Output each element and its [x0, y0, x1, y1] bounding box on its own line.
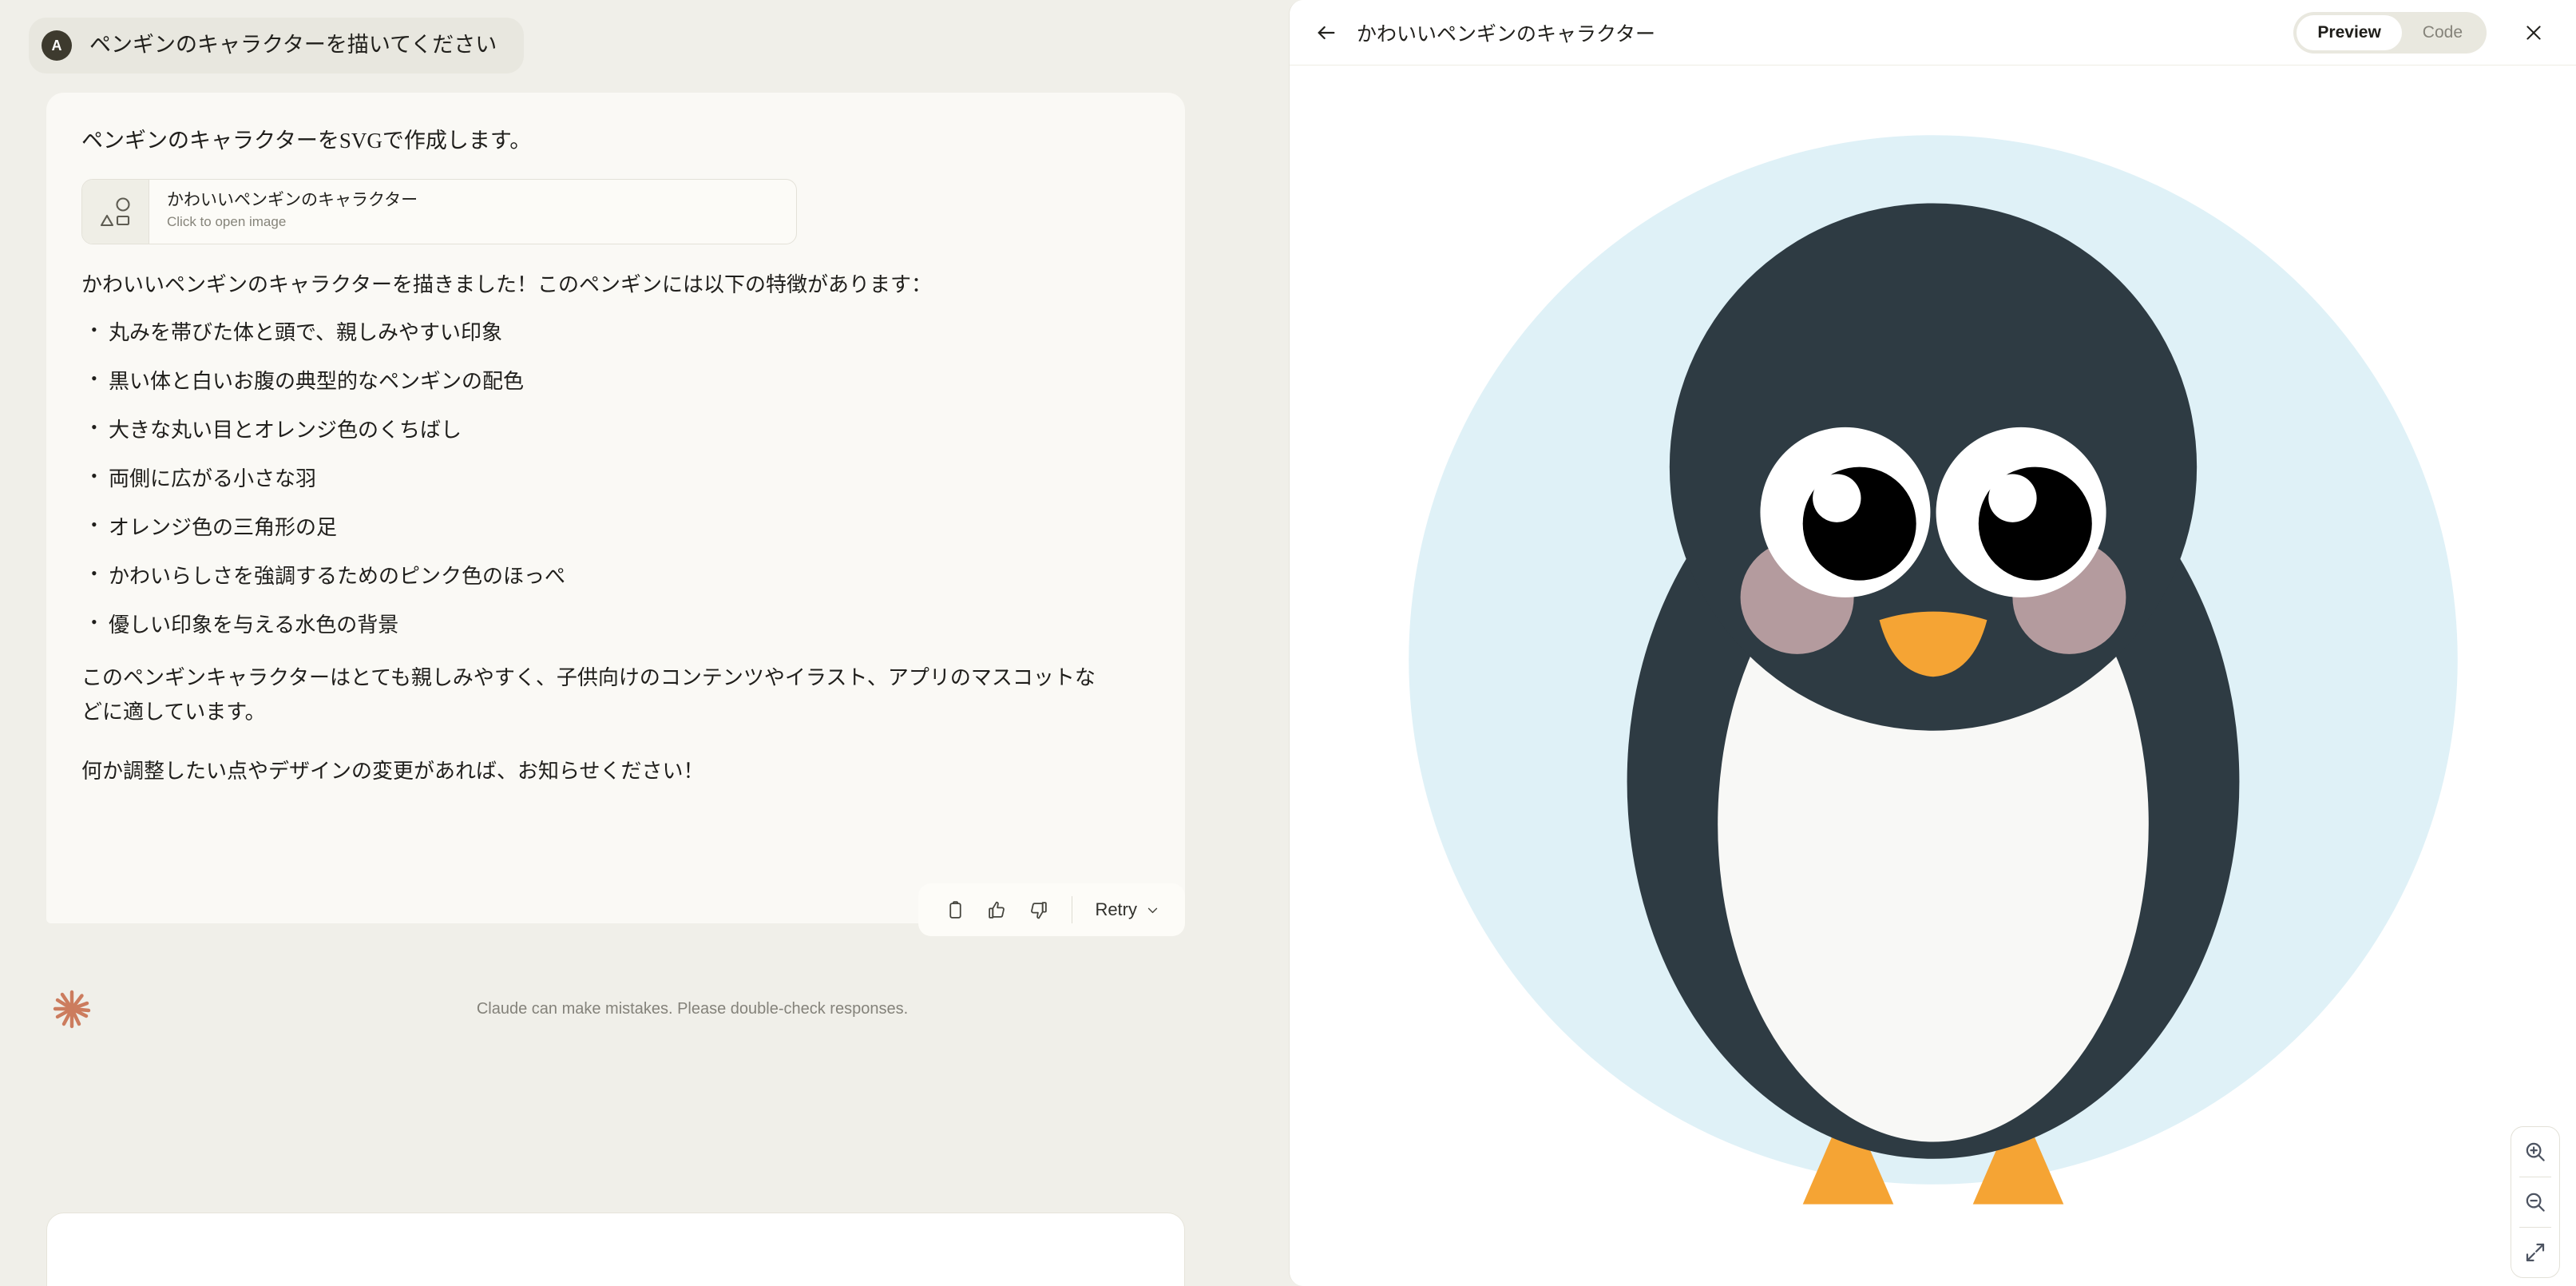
shapes-icon: [82, 179, 149, 244]
chevron-down-icon: [1147, 907, 1158, 913]
assistant-message-card: ペンギンのキャラクターをSVGで作成します。 かわいいペンギンのキャラクター C…: [46, 93, 1185, 936]
artifact-preview-body: [1290, 65, 2576, 1286]
artifact-header: かわいいペンギンのキャラクター Preview Code: [1290, 0, 2576, 65]
list-item: 丸みを帯びた体と頭で、親しみやすい印象: [81, 316, 1150, 348]
artifact-pane: かわいいペンギンのキャラクター Preview Code: [1289, 0, 2576, 1286]
arrow-left-icon[interactable]: [1310, 17, 1342, 49]
copy-button[interactable]: [936, 891, 974, 929]
list-item: オレンジ色の三角形の足: [81, 511, 1150, 543]
retry-button[interactable]: Retry: [1087, 891, 1167, 928]
list-item: 大きな丸い目とオレンジ色のくちばし: [81, 414, 1150, 446]
assistant-lead-text: ペンギンのキャラクターをSVGで作成します。: [81, 129, 532, 153]
message-composer[interactable]: [46, 1213, 1185, 1286]
thumbs-up-button[interactable]: [977, 891, 1016, 929]
artifact-chip-body: かわいいペンギンのキャラクター Click to open image: [149, 180, 418, 244]
chat-pane: A ペンギンのキャラクターを描いてください ペンギンのキャラクターをSVGで作成…: [0, 0, 1289, 1286]
feature-list: 丸みを帯びた体と頭で、親しみやすい印象 黒い体と白いお腹の典型的なペンギンの配色…: [81, 316, 1150, 641]
preview-code-toggle: Preview Code: [2293, 11, 2487, 54]
artifact-title: かわいいペンギンのキャラクター: [1357, 23, 1656, 46]
zoom-in-icon[interactable]: [2511, 1127, 2559, 1177]
assistant-closing-paragraph-1: このペンギンキャラクターはとても親しみやすく、子供向けのコンテンツやイラスト、ア…: [81, 666, 1096, 724]
message-action-bar: Retry: [918, 883, 1185, 936]
zoom-controls: [2511, 1126, 2560, 1278]
close-icon[interactable]: [2515, 14, 2552, 51]
retry-label: Retry: [1095, 899, 1137, 919]
user-message-bubble: A ペンギンのキャラクターを描いてください: [29, 18, 525, 73]
assistant-closing-paragraph-2: 何か調整したい点やデザインの変更があれば、お知らせください！: [81, 759, 704, 783]
expand-icon[interactable]: [2511, 1228, 2559, 1277]
thumbs-down-button[interactable]: [1019, 891, 1057, 929]
artifact-chip[interactable]: かわいいペンギンのキャラクター Click to open image: [81, 178, 797, 244]
list-item: 両側に広がる小さな羽: [81, 462, 1150, 494]
list-item: かわいらしさを強調するためのピンク色のほっぺ: [81, 560, 1150, 592]
assistant-intro-text: かわいいペンギンのキャラクターを描きました！このペンギンには以下の特徴があります…: [81, 272, 932, 296]
user-message-row: A ペンギンのキャラクターを描いてください: [0, 0, 1289, 73]
artifact-chip-subtitle: Click to open image: [167, 214, 287, 230]
disclaimer-text: Claude can make mistakes. Please double-…: [476, 999, 909, 1018]
chat-footer: Claude can make mistakes. Please double-…: [0, 973, 1289, 1045]
list-item: 優しい印象を与える水色の背景: [81, 609, 1150, 641]
tab-code[interactable]: Code: [2402, 15, 2483, 50]
app-root: A ペンギンのキャラクターを描いてください ペンギンのキャラクターをSVGで作成…: [0, 0, 2576, 1286]
avatar: A: [42, 30, 72, 61]
artifact-chip-title: かわいいペンギンのキャラクター: [167, 190, 418, 209]
zoom-out-icon[interactable]: [2511, 1177, 2559, 1227]
list-item: 黒い体と白いお腹の典型的なペンギンの配色: [81, 365, 1150, 397]
tab-preview[interactable]: Preview: [2297, 14, 2402, 50]
user-message-text: ペンギンのキャラクターを描いてください: [89, 33, 497, 58]
cute-penguin-character: [1366, 93, 2500, 1227]
chat-scroll-area[interactable]: A ペンギンのキャラクターを描いてください ペンギンのキャラクターをSVGで作成…: [0, 0, 1289, 1286]
